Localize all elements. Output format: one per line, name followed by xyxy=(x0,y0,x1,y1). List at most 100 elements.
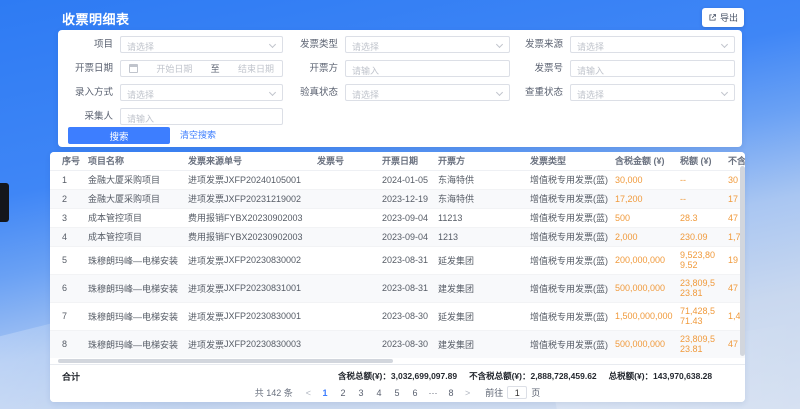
pages-ellipsis[interactable]: ··· xyxy=(428,388,438,398)
cell-source: 进项发票 xyxy=(188,330,224,358)
page-jump-input[interactable] xyxy=(507,386,527,399)
cell-type: 增值税专用发票(蓝) xyxy=(530,189,615,208)
cell-tax: 71,428,571.43 xyxy=(680,302,728,330)
col-amount-incl-tax: 含税金额 (¥) xyxy=(615,152,680,170)
cell-tax: 9,523,809.52 xyxy=(680,246,728,274)
cell-invoice-no xyxy=(317,208,382,227)
collector-field[interactable] xyxy=(120,108,283,125)
dup-check-status-select[interactable] xyxy=(570,84,735,101)
cell-amount-incl: 30,000 xyxy=(615,170,680,189)
page-button-8[interactable]: 8 xyxy=(446,388,456,398)
jump-label: 前往 xyxy=(485,386,503,399)
dup-check-status-select-input[interactable] xyxy=(571,88,734,103)
col-invoice-source: 发票来源 xyxy=(188,152,224,170)
total-tax-label: 总税额(¥)： xyxy=(609,371,653,381)
pagination-bar: 共 142 条 < 1 2 3 4 5 6 ··· 8 > 前往 页 xyxy=(50,383,745,402)
cell-seq: 6 xyxy=(50,274,88,302)
table-row[interactable]: 4成本管控项目费用报销FYBX202309020032023-09-041213… xyxy=(50,227,745,246)
cell-issuer: 建发集团 xyxy=(438,274,530,302)
cell-issuer: 11213 xyxy=(438,208,530,227)
cell-project: 金融大厦采购项目 xyxy=(88,189,188,208)
filter-panel: 项目 发票类型 发票来源 开票日期 开始日期 至 结束日期 开票方 发票号 xyxy=(58,30,742,147)
cell-issuer: 建发集团 xyxy=(438,330,530,358)
total-incl-tax-label: 含税总额(¥)： xyxy=(338,371,391,381)
invoice-number-field[interactable] xyxy=(570,60,735,77)
cell-project: 成本管控项目 xyxy=(88,208,188,227)
cell-invoice-no xyxy=(317,330,382,358)
cell-type: 增值税专用发票(蓝) xyxy=(530,208,615,227)
table-row[interactable]: 1金融大厦采购项目进项发票JXFP202401050012024-01-05东海… xyxy=(50,170,745,189)
cell-seq: 8 xyxy=(50,330,88,358)
cell-tax: -- xyxy=(680,189,728,208)
export-button[interactable]: 导出 xyxy=(702,8,744,27)
total-incl-tax: 含税总额(¥)：3,032,699,097.89 xyxy=(338,370,457,382)
calendar-icon xyxy=(129,64,138,73)
date-start-placeholder[interactable]: 开始日期 xyxy=(156,62,192,75)
horizontal-scrollbar[interactable] xyxy=(58,359,393,363)
total-excl-tax: 不含税总额(¥)：2,888,728,459.62 xyxy=(469,370,597,382)
cell-invoice-no xyxy=(317,302,382,330)
jump-suffix: 页 xyxy=(531,386,540,399)
page-button-5[interactable]: 5 xyxy=(392,388,402,398)
cell-tax: -- xyxy=(680,170,728,189)
table-row[interactable]: 7珠穆朗玛峰—电梯安装进项发票JXFP202308300012023-08-30… xyxy=(50,302,745,330)
table-row[interactable]: 8珠穆朗玛峰—电梯安装进项发票JXFP202308300032023-08-30… xyxy=(50,330,745,358)
summary-row: 合计 含税总额(¥)：3,032,699,097.89 不含税总额(¥)：2,8… xyxy=(50,364,745,382)
cell-project: 珠穆朗玛峰—电梯安装 xyxy=(88,330,188,358)
cell-amount-incl: 500,000,000 xyxy=(615,330,680,358)
next-page-button[interactable]: > xyxy=(464,388,471,398)
search-button[interactable]: 搜索 xyxy=(68,127,170,144)
total-tax: 总税额(¥)：143,970,638.28 xyxy=(609,370,712,382)
invoice-source-select[interactable] xyxy=(570,36,735,53)
cell-project: 金融大厦采购项目 xyxy=(88,170,188,189)
invoice-number-input[interactable] xyxy=(571,64,734,79)
col-invoice-date: 开票日期 xyxy=(382,152,438,170)
table-row[interactable]: 3成本管控项目费用报销FYBX202309020032023-09-041121… xyxy=(50,208,745,227)
total-excl-tax-value: 2,888,728,459.62 xyxy=(530,371,596,381)
cell-project: 珠穆朗玛峰—电梯安装 xyxy=(88,246,188,274)
page-title: 收票明细表 xyxy=(62,9,130,28)
prev-page-button[interactable]: < xyxy=(305,388,312,398)
col-invoice-type: 发票类型 xyxy=(530,152,615,170)
table-header-row: 序号 项目名称 发票来源 单号 发票号 开票日期 开票方 发票类型 含税金额 (… xyxy=(50,152,745,170)
cell-tax: 23,809,523.81 xyxy=(680,274,728,302)
cell-order-no: JXFP20230831001 xyxy=(224,274,317,302)
cell-date: 2024-01-05 xyxy=(382,170,438,189)
left-edge-scrollbar-artifact xyxy=(0,183,9,222)
cell-amount-incl: 200,000,000 xyxy=(615,246,680,274)
invoice-source-select-input[interactable] xyxy=(571,40,734,55)
cell-source: 进项发票 xyxy=(188,274,224,302)
vertical-scrollbar[interactable] xyxy=(740,166,745,356)
cell-order-no: JXFP20231219002 xyxy=(224,189,317,208)
page-button-4[interactable]: 4 xyxy=(374,388,384,398)
clear-search-link[interactable]: 清空搜索 xyxy=(180,127,216,144)
invoice-date-label: 开票日期 xyxy=(58,60,113,77)
table-row[interactable]: 2金融大厦采购项目进项发票JXFP202312190022023-12-19东海… xyxy=(50,189,745,208)
page-button-2[interactable]: 2 xyxy=(338,388,348,398)
page-button-3[interactable]: 3 xyxy=(356,388,366,398)
cell-amount-incl: 2,000 xyxy=(615,227,680,246)
cell-type: 增值税专用发票(蓝) xyxy=(530,170,615,189)
page-button-1[interactable]: 1 xyxy=(320,388,330,398)
dup-check-status-label: 查重状态 xyxy=(483,84,563,101)
export-button-label: 导出 xyxy=(720,11,738,24)
cell-invoice-no xyxy=(317,246,382,274)
cell-type: 增值税专用发票(蓝) xyxy=(530,246,615,274)
table-row[interactable]: 6珠穆朗玛峰—电梯安装进项发票JXFP202308310012023-08-31… xyxy=(50,274,745,302)
page-background: 收票明细表 导出 项目 发票类型 发票来源 开票日期 开始日期 至 xyxy=(0,0,800,409)
cell-order-no: FYBX20230902003 xyxy=(224,227,317,246)
total-incl-tax-value: 3,032,699,097.89 xyxy=(391,371,457,381)
cell-issuer: 东海特供 xyxy=(438,189,530,208)
collector-input[interactable] xyxy=(121,112,282,127)
cell-order-no: JXFP20240105001 xyxy=(224,170,317,189)
cell-seq: 7 xyxy=(50,302,88,330)
table-row[interactable]: 5珠穆朗玛峰—电梯安装进项发票JXFP202308300022023-08-31… xyxy=(50,246,745,274)
cell-source: 进项发票 xyxy=(188,246,224,274)
cell-tax: 23,809,523.81 xyxy=(680,330,728,358)
col-issuer: 开票方 xyxy=(438,152,530,170)
cell-source: 进项发票 xyxy=(188,170,224,189)
cell-order-no: JXFP20230830001 xyxy=(224,302,317,330)
issuer-label: 开票方 xyxy=(258,60,338,77)
cell-date: 2023-08-30 xyxy=(382,330,438,358)
page-button-6[interactable]: 6 xyxy=(410,388,420,398)
